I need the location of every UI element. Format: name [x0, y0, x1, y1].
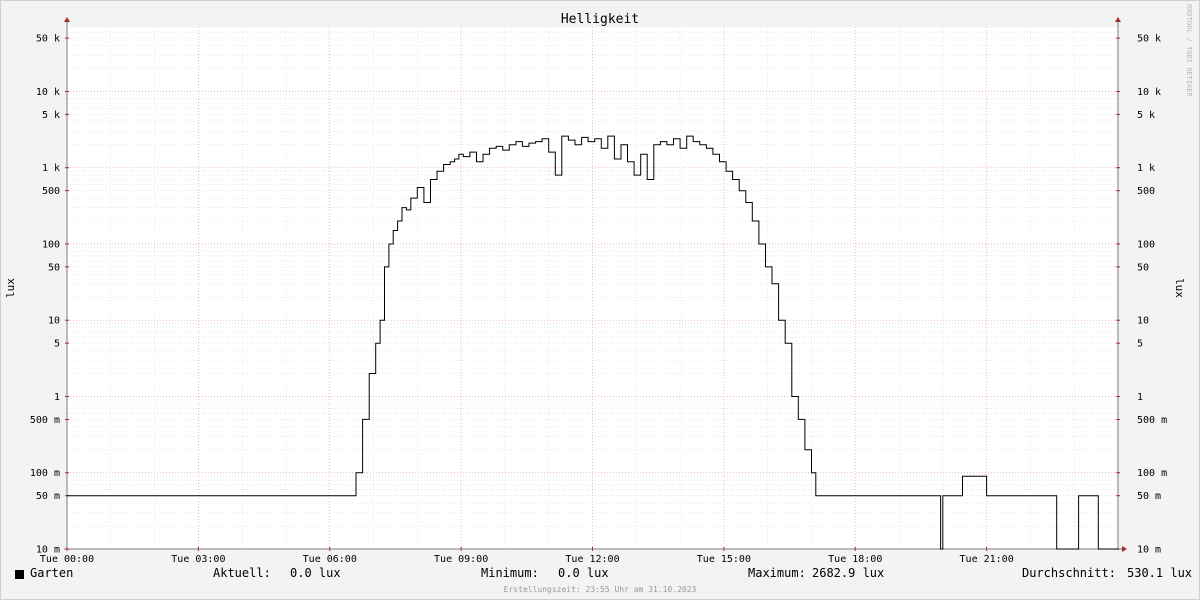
y-tick-label-right: 5: [1137, 339, 1143, 350]
legend-average-label: Durchschnitt:: [1022, 566, 1116, 580]
y-tick-label-left: 10 k: [36, 87, 60, 98]
x-axis-arrow: [1122, 546, 1127, 552]
x-tick-label: Tue 00:00: [40, 554, 94, 565]
y-tick-label-right: 100 m: [1137, 468, 1167, 479]
legend-current-value: 0.0 lux: [290, 566, 341, 580]
y-tick-label-right: 100: [1137, 239, 1155, 250]
y-tick-label-left: 5 k: [42, 110, 60, 121]
x-tick-label: Tue 18:00: [828, 554, 882, 565]
y-tick-label-left: 100 m: [30, 468, 60, 479]
legend-swatch: [15, 570, 24, 579]
legend-average-value: 530.1 lux: [1127, 566, 1193, 580]
y-tick-label-right: 5 k: [1137, 110, 1155, 121]
y-tick-label-left: 10: [48, 316, 60, 327]
y-tick-label-right: 1: [1137, 392, 1143, 403]
chart: Helligkeit RRDTOOL / TOBI OETIKER lux lu…: [4, 4, 1193, 565]
y-tick-label-right: 50 m: [1137, 491, 1161, 502]
legend-minimum-value: 0.0 lux: [558, 566, 609, 580]
y-tick-label-left: 5: [54, 339, 60, 350]
footer-timestamp: Erstellungszeit: 23:55 Uhr am 31.10.2023: [503, 585, 697, 594]
y-tick-label-left: 100: [42, 239, 60, 250]
y-tick-label-left: 50 m: [36, 491, 60, 502]
chart-title: Helligkeit: [561, 12, 639, 27]
y-tick-label-left: 500 m: [30, 415, 60, 426]
y-axis-arrow-right: [1115, 17, 1121, 22]
legend-minimum-label: Minimum:: [481, 566, 539, 580]
y-axis-arrow-left: [64, 17, 70, 22]
y-tick-label-left: 50: [48, 262, 60, 273]
legend-maximum-value: 2682.9 lux: [812, 566, 885, 580]
x-tick-label: Tue 06:00: [303, 554, 357, 565]
y-tick-label-left: 1: [54, 392, 60, 403]
y-axis-label-left: lux: [4, 278, 17, 298]
legend-maximum-label: Maximum:: [748, 566, 806, 580]
legend: Garten Aktuell: 0.0 lux Minimum: 0.0 lux…: [0, 566, 1200, 584]
x-tick-label: Tue 15:00: [697, 554, 751, 565]
x-tick-label: Tue 09:00: [434, 554, 488, 565]
y-tick-label-right: 10: [1137, 316, 1149, 327]
y-tick-label-right: 50 k: [1137, 34, 1161, 45]
y-tick-label-left: 500: [42, 186, 60, 197]
x-tick-label: Tue 03:00: [171, 554, 225, 565]
legend-current-label: Aktuell:: [213, 566, 271, 580]
y-tick-label-right: 1 k: [1137, 163, 1155, 174]
x-tick-label: Tue 21:00: [960, 554, 1014, 565]
y-tick-label-right: 50: [1137, 262, 1149, 273]
y-tick-label-right: 500: [1137, 186, 1155, 197]
legend-series-name: Garten: [30, 566, 74, 580]
y-tick-label-left: 50 k: [36, 34, 60, 45]
y-tick-label-right: 10 m: [1137, 545, 1161, 556]
y-tick-label-right: 10 k: [1137, 87, 1161, 98]
y-axis-label-right: lux: [1173, 278, 1186, 298]
y-tick-label-right: 500 m: [1137, 415, 1167, 426]
x-tick-label: Tue 12:00: [565, 554, 619, 565]
y-tick-label-left: 1 k: [42, 163, 60, 174]
watermark: RRDTOOL / TOBI OETIKER: [1185, 4, 1193, 98]
